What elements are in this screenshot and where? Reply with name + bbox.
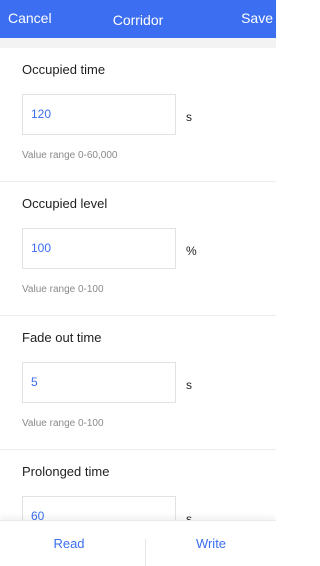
unit-label: s [186, 512, 192, 520]
bottom-action-bar: Read Write [0, 520, 276, 566]
prolonged-time-section: Prolonged time 60 s [0, 450, 276, 520]
field-label: Occupied time [22, 62, 106, 77]
fade-out-time-section: Fade out time 5 s Value range 0-100 [0, 316, 276, 450]
save-button[interactable]: Save [241, 10, 273, 26]
unit-label: % [186, 244, 197, 258]
fade-out-time-input[interactable]: 5 [22, 362, 176, 403]
field-label: Fade out time [22, 330, 102, 345]
field-label: Prolonged time [22, 464, 110, 479]
read-button[interactable]: Read [0, 521, 138, 566]
value-range-hint: Value range 0-100 [22, 284, 104, 295]
unit-label: s [186, 110, 192, 124]
prolonged-time-input[interactable]: 60 [22, 496, 176, 520]
header-spacer [0, 38, 276, 48]
occupied-level-input[interactable]: 100 [22, 228, 176, 269]
settings-scroll-area[interactable]: Occupied time 120 s Value range 0-60,000… [0, 48, 276, 520]
field-label: Occupied level [22, 196, 108, 211]
occupied-level-section: Occupied level 100 % Value range 0-100 [0, 182, 276, 316]
occupied-time-section: Occupied time 120 s Value range 0-60,000 [0, 48, 276, 182]
value-range-hint: Value range 0-100 [22, 418, 104, 429]
value-range-hint: Value range 0-60,000 [22, 150, 118, 161]
occupied-time-input[interactable]: 120 [22, 94, 176, 135]
app-window: Cancel Corridor Save Occupied time 120 s… [0, 0, 276, 566]
unit-label: s [186, 378, 192, 392]
top-navigation-bar: Cancel Corridor Save [0, 0, 276, 38]
page-title: Corridor [112, 12, 164, 28]
write-button[interactable]: Write [146, 521, 276, 566]
